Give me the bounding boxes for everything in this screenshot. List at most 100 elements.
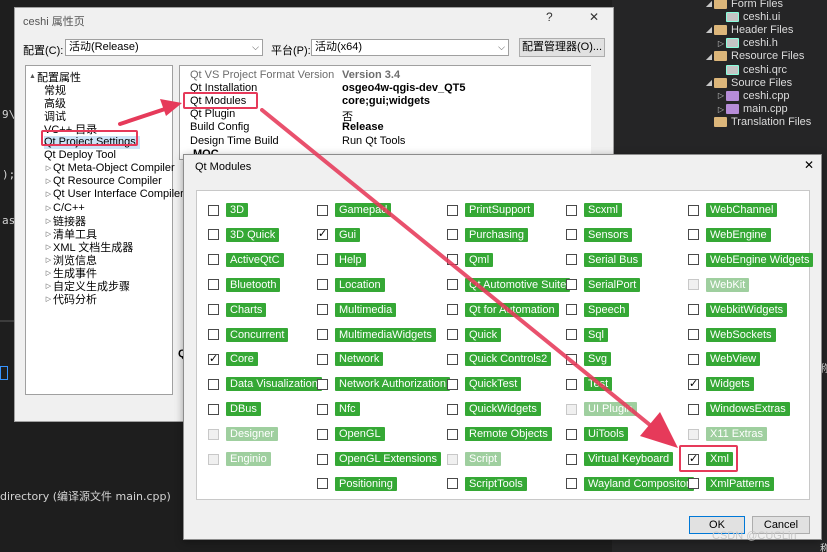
module-item[interactable]: Quick Controls2	[447, 352, 552, 367]
module-checkbox[interactable]	[317, 453, 328, 465]
module-item[interactable]: Positioning	[317, 476, 397, 491]
module-item[interactable]: Help	[317, 252, 366, 267]
expand-arrow-icon[interactable]: ◢	[704, 0, 714, 8]
module-checkbox[interactable]	[566, 478, 577, 490]
module-checkbox[interactable]	[447, 304, 458, 316]
module-checkbox[interactable]	[566, 453, 577, 465]
module-item[interactable]: 3D	[208, 203, 249, 217]
module-item[interactable]: Virtual Keyboard	[566, 452, 674, 466]
solution-item[interactable]: ◢ Header Files	[704, 23, 793, 36]
module-item[interactable]: XmlPatterns	[688, 476, 774, 491]
module-checkbox[interactable]: ✓	[317, 229, 328, 241]
solution-item[interactable]: ◢ Form Files	[704, 0, 783, 10]
module-checkbox[interactable]	[447, 329, 458, 340]
module-checkbox[interactable]	[566, 329, 577, 340]
module-item[interactable]: Network	[317, 352, 384, 367]
module-item[interactable]: 3D Quick	[208, 227, 280, 242]
expand-arrow-icon[interactable]: ▷	[44, 217, 53, 225]
module-item[interactable]: WebView	[688, 352, 761, 367]
solution-item[interactable]: ceshi.ui	[716, 10, 780, 23]
module-item[interactable]: WebChannel	[688, 203, 778, 217]
module-checkbox[interactable]	[566, 428, 577, 440]
module-checkbox[interactable]	[447, 204, 458, 216]
module-checkbox[interactable]	[447, 279, 458, 291]
expand-arrow-icon[interactable]: ▷	[44, 230, 53, 238]
help-icon[interactable]: ?	[546, 10, 553, 24]
module-item[interactable]: OpenGL Extensions	[317, 452, 442, 466]
module-checkbox[interactable]	[208, 304, 219, 316]
module-item[interactable]: Network Authorization	[317, 377, 450, 392]
module-item[interactable]: QuickWidgets	[447, 402, 541, 417]
module-checkbox[interactable]	[317, 254, 328, 266]
module-checkbox[interactable]	[447, 478, 458, 490]
module-checkbox[interactable]	[688, 204, 699, 216]
module-checkbox[interactable]	[688, 353, 699, 365]
module-checkbox[interactable]	[317, 378, 328, 390]
close-icon[interactable]: ✕	[589, 10, 599, 24]
module-checkbox[interactable]	[688, 229, 699, 241]
tree-item[interactable]: ▷ Qt Meta-Object Compiler	[44, 162, 175, 175]
module-item[interactable]: OpenGL	[317, 427, 385, 442]
tree-item[interactable]: ▷ Qt Resource Compiler	[44, 175, 162, 188]
module-item[interactable]: ScriptTools	[447, 476, 527, 491]
module-item[interactable]: UI Plugin	[566, 402, 637, 417]
module-checkbox[interactable]	[688, 254, 699, 266]
solution-item[interactable]: ceshi.qrc	[716, 63, 787, 76]
module-checkbox[interactable]	[208, 279, 219, 291]
expand-arrow-icon[interactable]: ▷	[44, 256, 53, 264]
module-checkbox[interactable]	[566, 204, 577, 216]
expand-arrow-icon[interactable]: ▲	[28, 73, 37, 80]
config-manager-button[interactable]: 配置管理器(O)...	[519, 38, 605, 57]
expand-arrow-icon[interactable]: ◢	[704, 25, 714, 34]
grid-row[interactable]: Qt VS Project Format Version Version 3.4	[180, 69, 600, 82]
expand-arrow-icon[interactable]: ▷	[44, 190, 53, 198]
module-item[interactable]: Qt for Automation	[447, 302, 559, 317]
module-item[interactable]: ✓ Gui	[317, 227, 361, 242]
module-checkbox[interactable]	[447, 378, 458, 390]
module-checkbox[interactable]	[447, 353, 458, 365]
module-item[interactable]: Remote Objects	[447, 427, 552, 442]
grid-scrollbar[interactable]	[591, 65, 609, 160]
expand-arrow-icon[interactable]: ▷	[716, 39, 726, 48]
expand-arrow-icon[interactable]: ▷	[716, 91, 726, 100]
module-item[interactable]: WebEngine Widgets	[688, 252, 814, 267]
module-item[interactable]: Designer	[208, 427, 279, 442]
module-checkbox[interactable]	[208, 229, 219, 241]
module-checkbox[interactable]	[566, 279, 577, 291]
module-item[interactable]: UiTools	[566, 427, 629, 442]
expand-arrow-icon[interactable]: ▷	[44, 177, 53, 185]
module-item[interactable]: Svg	[566, 352, 611, 367]
module-checkbox[interactable]	[317, 279, 328, 291]
module-item[interactable]: Sensors	[566, 227, 633, 242]
expand-arrow-icon[interactable]: ◢	[704, 52, 714, 61]
tree-item[interactable]: Qt Deploy Tool	[44, 149, 116, 162]
module-item[interactable]: Qt Automotive Suite	[447, 277, 571, 292]
module-checkbox[interactable]: ✓	[688, 378, 699, 390]
module-checkbox[interactable]	[566, 254, 577, 266]
solution-item[interactable]: ▷ main.cpp	[716, 103, 788, 116]
solution-item[interactable]: Translation Files	[704, 116, 811, 129]
module-checkbox[interactable]	[566, 378, 577, 390]
module-checkbox[interactable]	[688, 329, 699, 340]
module-item[interactable]: ActiveQtC	[208, 252, 284, 267]
platform-select[interactable]: 活动(x64) ⌵	[311, 39, 509, 56]
ide-checkbox[interactable]	[0, 366, 8, 380]
grid-row[interactable]: Qt Plugin 否	[180, 108, 600, 123]
module-item[interactable]: DBus	[208, 402, 261, 417]
module-item[interactable]: Data Visualization	[208, 377, 322, 392]
module-item[interactable]: Bluetooth	[208, 277, 281, 292]
module-checkbox[interactable]	[688, 478, 699, 490]
module-checkbox[interactable]	[317, 304, 328, 316]
module-item[interactable]: Qml	[447, 252, 494, 267]
module-checkbox[interactable]	[208, 378, 219, 390]
expand-arrow-icon[interactable]: ▷	[44, 282, 53, 290]
module-item[interactable]: Quick	[447, 327, 502, 342]
module-checkbox[interactable]	[447, 229, 458, 241]
module-item[interactable]: Sql	[566, 327, 608, 342]
config-select[interactable]: 活动(Release) ⌵	[65, 39, 263, 56]
grid-row[interactable]: Design Time Build Run Qt Tools	[180, 135, 600, 148]
module-item[interactable]: WebKit	[688, 277, 750, 292]
module-item[interactable]: Location	[317, 277, 385, 292]
module-item[interactable]: Gamepad	[317, 203, 392, 217]
module-item[interactable]: Test	[566, 377, 613, 392]
